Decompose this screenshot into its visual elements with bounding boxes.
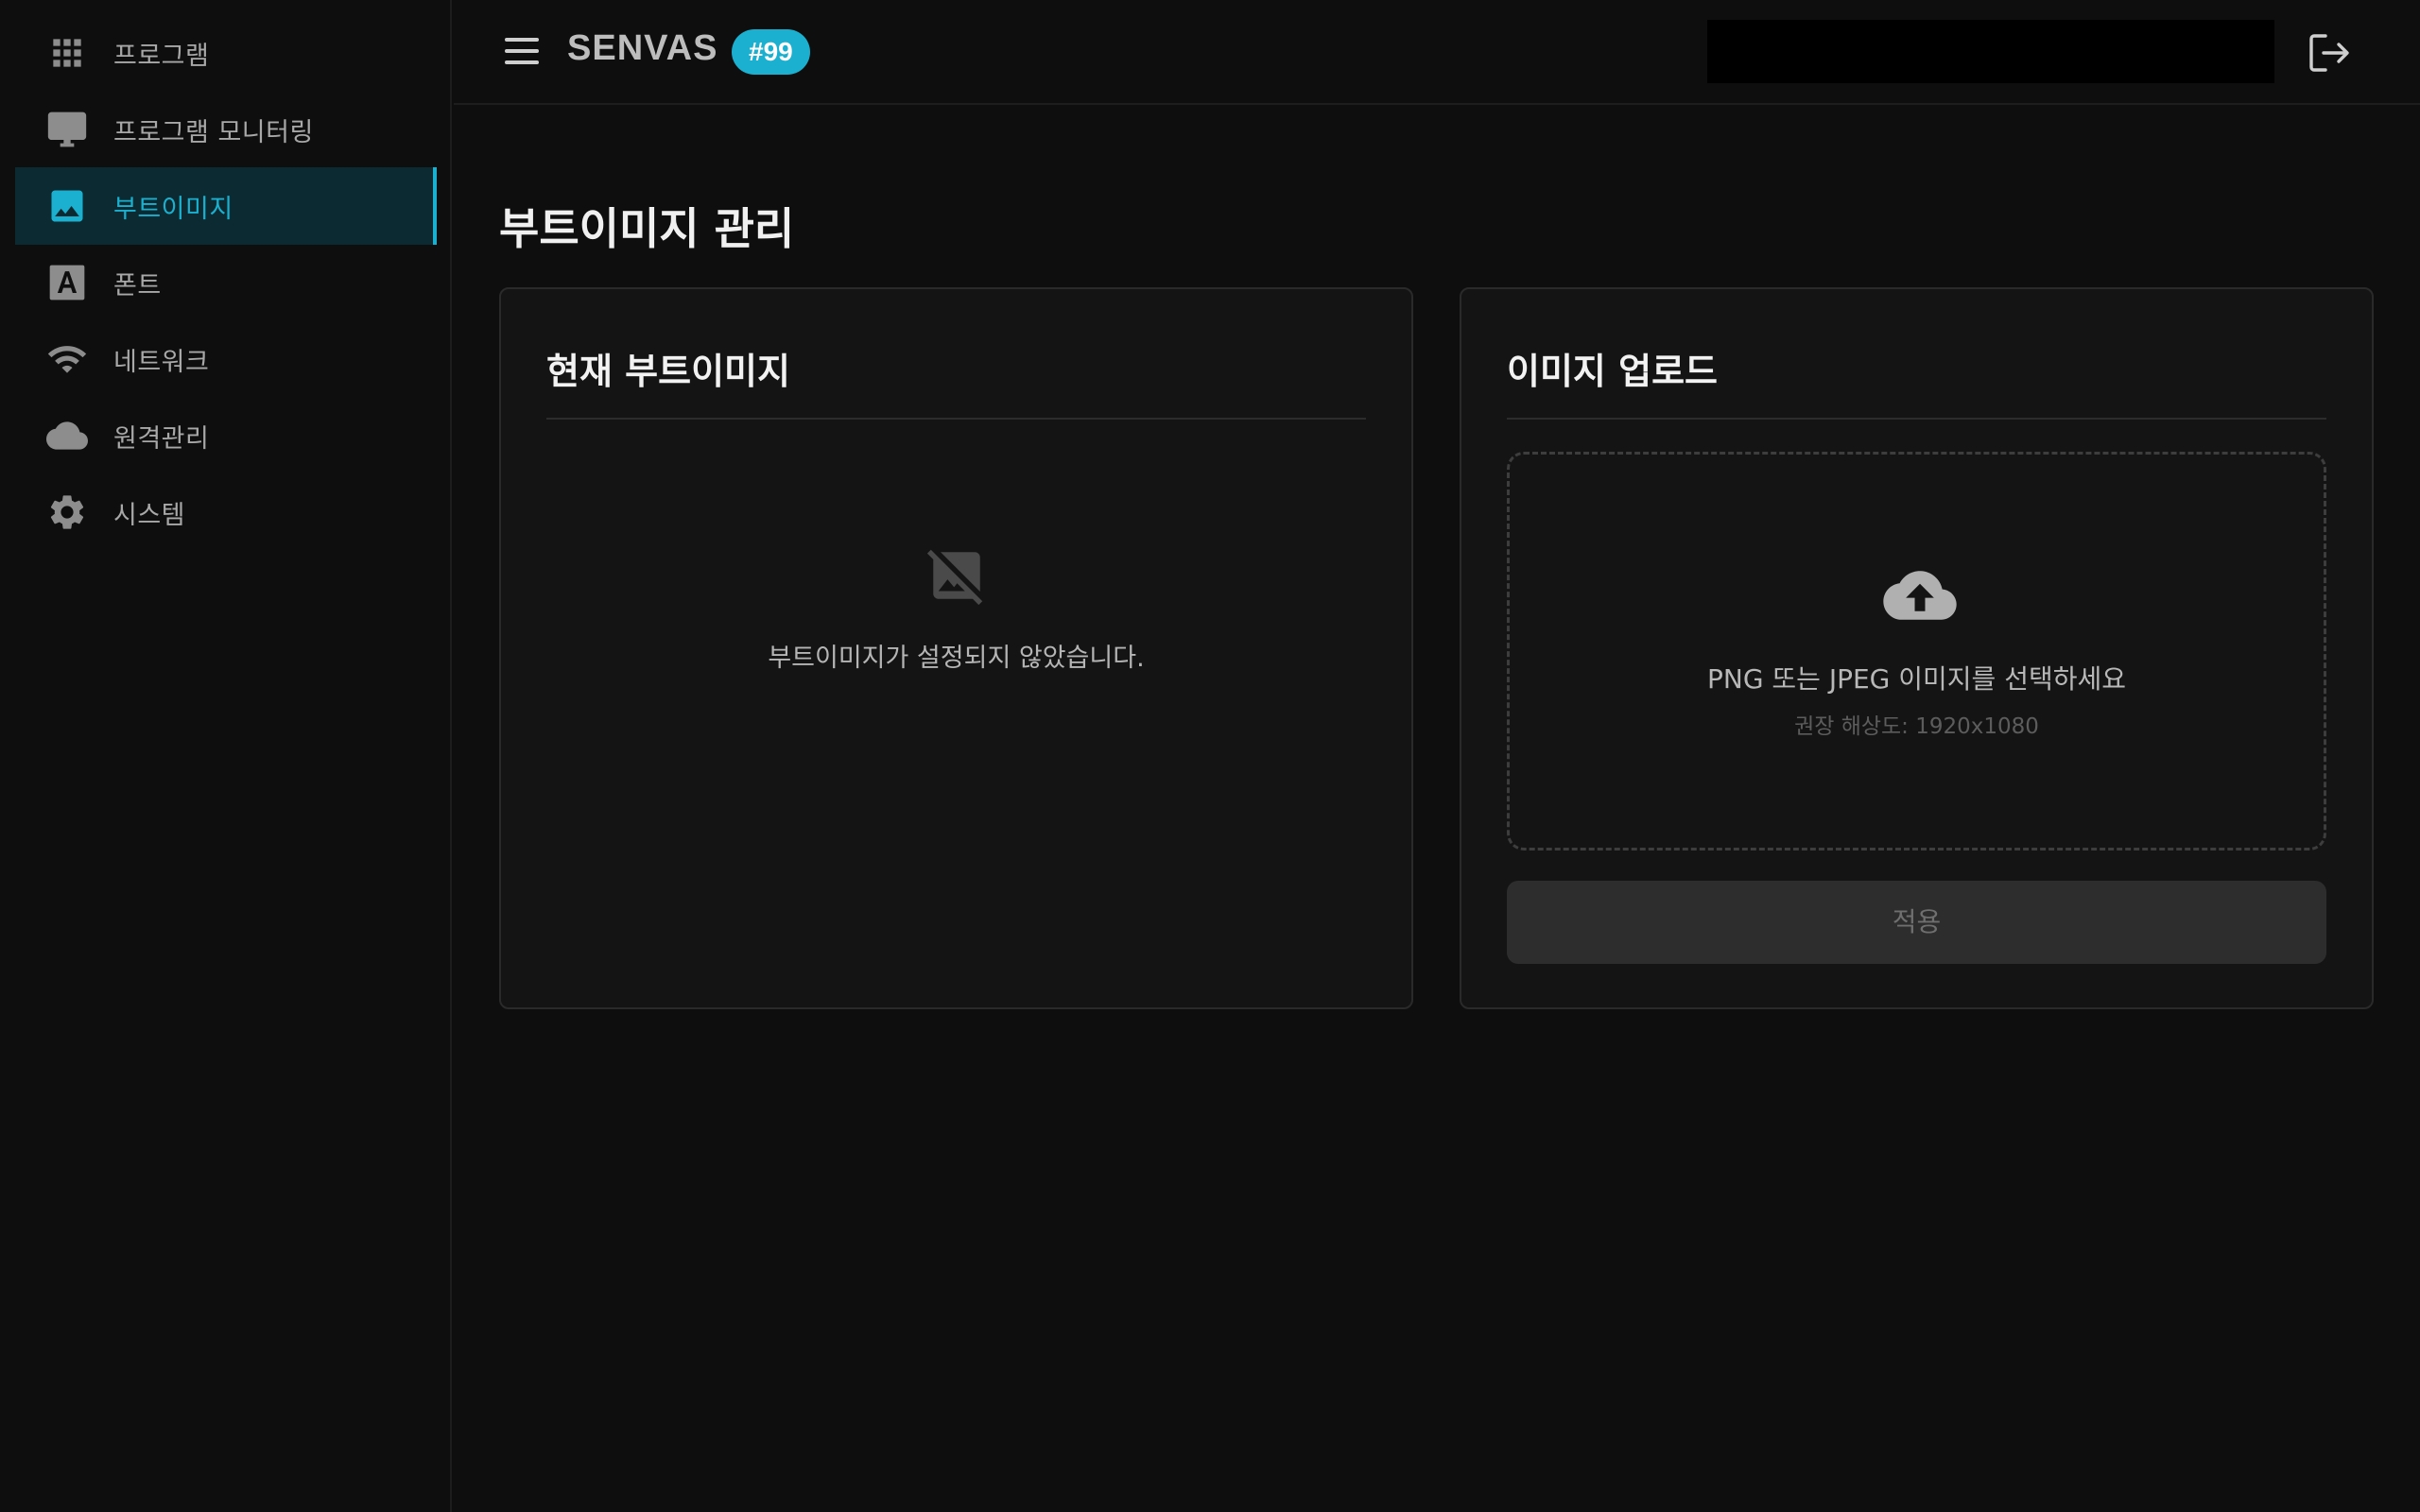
sidebar-item-boot-image[interactable]: 부트이미지 [15, 167, 437, 245]
hamburger-menu-icon[interactable] [503, 32, 541, 70]
sidebar-item-remote-management[interactable]: 원격관리 [15, 397, 437, 474]
app-root: 프로그램 프로그램 모니터링 부트이미지 폰트 네트워크 원격관리 시스템 SE… [0, 0, 2420, 1512]
apply-button[interactable]: 적용 [1507, 881, 2326, 964]
page-title: 부트이미지 관리 [499, 203, 795, 254]
monitor-icon [43, 106, 91, 153]
cloud-icon [43, 412, 91, 459]
device-badge: #99 [732, 29, 810, 75]
image-not-supported-icon [926, 549, 983, 606]
sidebar-item-label: 폰트 [113, 270, 162, 301]
sidebar-item-label: 프로그램 [113, 41, 210, 71]
brand-name: SENVAS [567, 28, 718, 68]
empty-state-text: 부트이미지가 설정되지 않았습니다. [768, 644, 1145, 673]
sidebar-item-label: 프로그램 모니터링 [113, 117, 314, 147]
sidebar-item-system[interactable]: 시스템 [15, 473, 437, 551]
gear-icon [43, 489, 91, 536]
card-title: 현재 부트이미지 [546, 351, 790, 392]
sidebar: 프로그램 프로그램 모니터링 부트이미지 폰트 네트워크 원격관리 시스템 [0, 0, 452, 1512]
top-bar: SENVAS #99 [454, 0, 2420, 105]
sidebar-item-network[interactable]: 네트워크 [15, 320, 437, 398]
image-icon [43, 182, 91, 230]
upload-instruction: PNG 또는 JPEG 이미지를 선택하세요 [1706, 663, 2127, 695]
wifi-icon [43, 335, 91, 383]
cloud-upload-icon [1883, 571, 1957, 620]
sidebar-item-label: 부트이미지 [113, 194, 233, 224]
sidebar-item-program-monitoring[interactable]: 프로그램 모니터링 [15, 91, 437, 168]
logout-icon[interactable] [2307, 32, 2352, 74]
image-upload-card: 이미지 업로드 PNG 또는 JPEG 이미지를 선택하세요 권장 해상도: 1… [1460, 287, 2374, 1009]
divider [546, 418, 1366, 420]
redacted-area [1707, 20, 2274, 83]
font-icon [43, 259, 91, 306]
sidebar-item-label: 원격관리 [113, 423, 210, 454]
card-title: 이미지 업로드 [1507, 351, 1718, 392]
sidebar-item-label: 네트워크 [113, 347, 210, 377]
image-dropzone[interactable]: PNG 또는 JPEG 이미지를 선택하세요 권장 해상도: 1920x1080 [1507, 452, 2326, 850]
sidebar-item-programs[interactable]: 프로그램 [15, 14, 437, 92]
sidebar-item-font[interactable]: 폰트 [15, 244, 437, 321]
apps-grid-icon [43, 29, 91, 77]
divider [1507, 418, 2326, 420]
sidebar-item-label: 시스템 [113, 500, 186, 530]
current-boot-image-card: 현재 부트이미지 부트이미지가 설정되지 않았습니다. [499, 287, 1413, 1009]
upload-hint: 권장 해상도: 1920x1080 [1794, 714, 2039, 739]
